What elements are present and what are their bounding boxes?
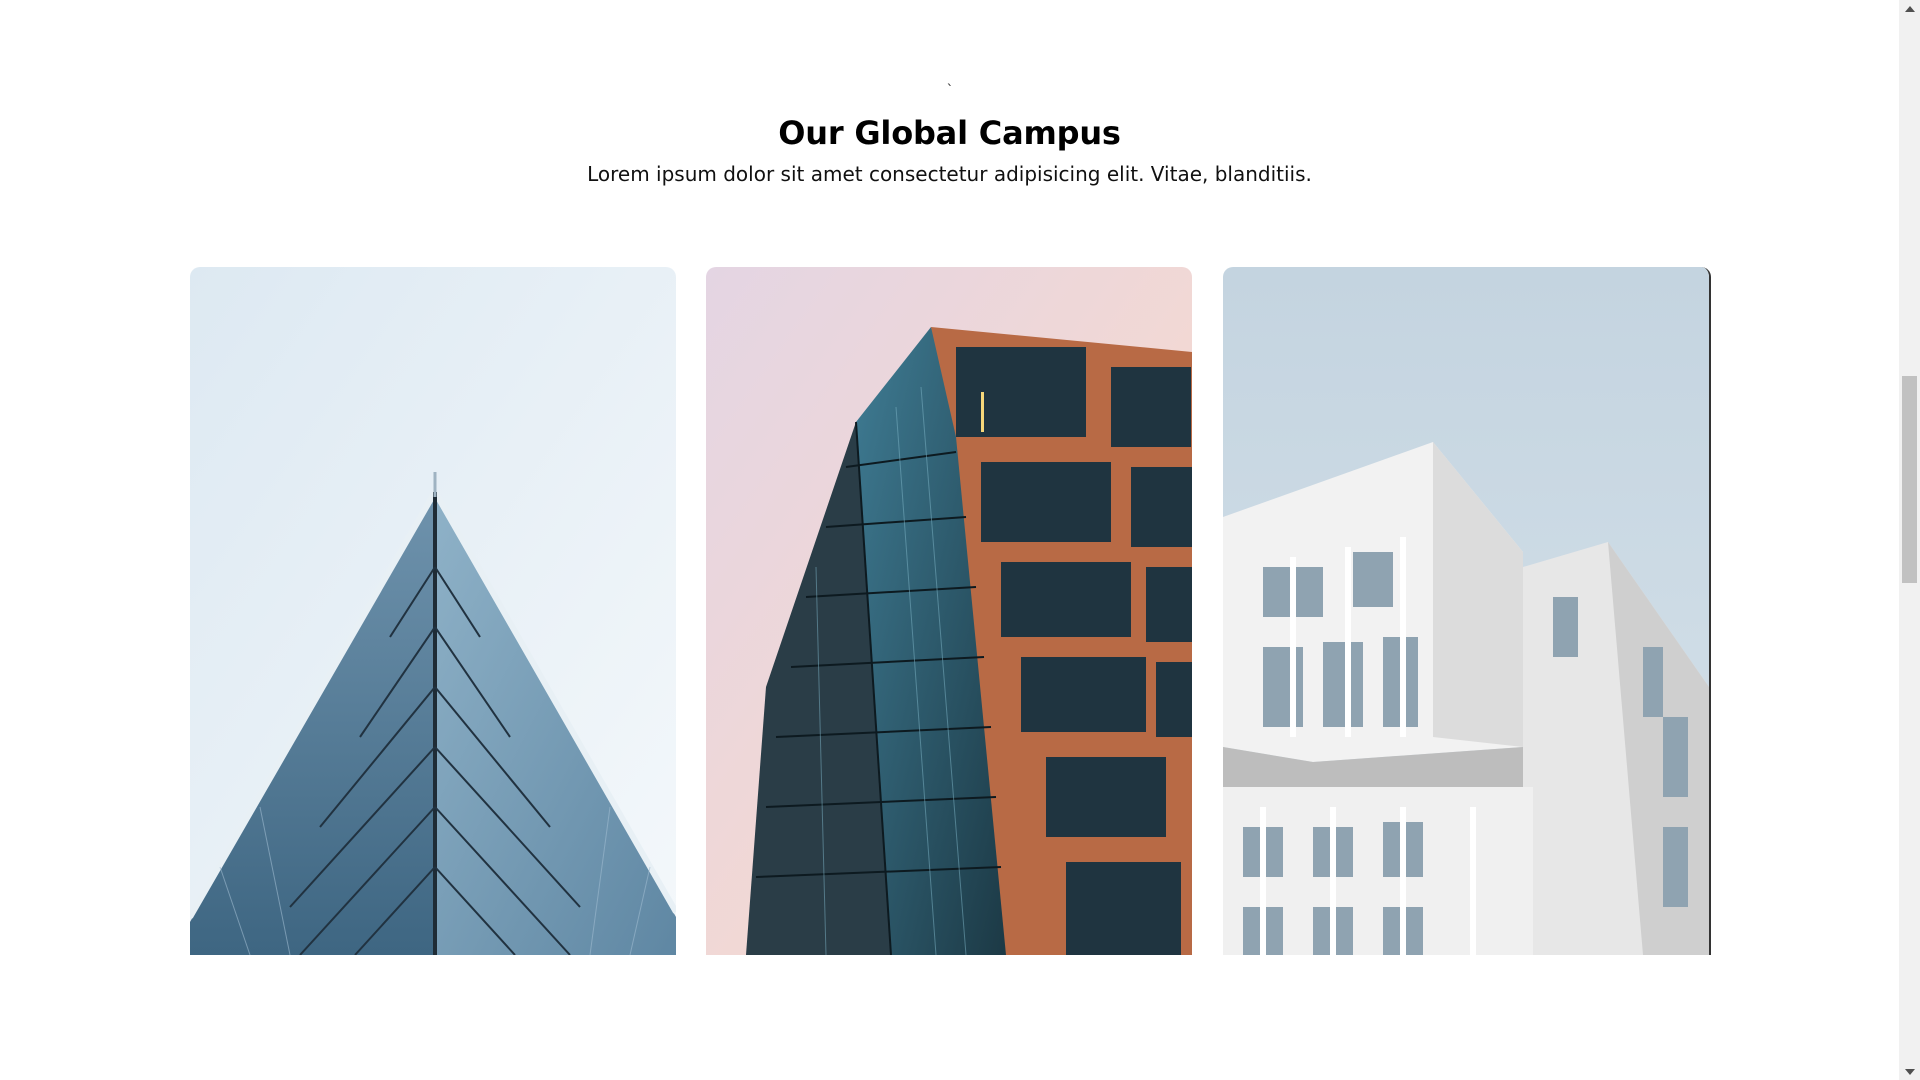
vertical-scrollbar[interactable]: [1899, 0, 1920, 1080]
scroll-down-button[interactable]: [1899, 1063, 1920, 1080]
section-title: Our Global Campus: [778, 114, 1121, 152]
campus-image-white-building: [1223, 267, 1711, 955]
campus-image-glass-pyramid: [190, 267, 676, 955]
page: ` Our Global Campus Lorem ipsum dolor si…: [0, 0, 1899, 1080]
campus-image-copper-tower: [706, 267, 1192, 955]
section-subtitle: Lorem ipsum dolor sit amet consectetur a…: [587, 162, 1312, 186]
arrow-up-icon: [1904, 5, 1915, 12]
scroll-up-button[interactable]: [1899, 0, 1920, 17]
copper-tower-photo: [706, 267, 1192, 955]
decorative-tick: `: [946, 83, 954, 99]
glass-pyramid-photo: [190, 267, 676, 955]
scrollbar-thumb[interactable]: [1902, 376, 1917, 583]
arrow-down-icon: [1904, 1068, 1915, 1075]
white-building-photo: [1223, 267, 1709, 955]
